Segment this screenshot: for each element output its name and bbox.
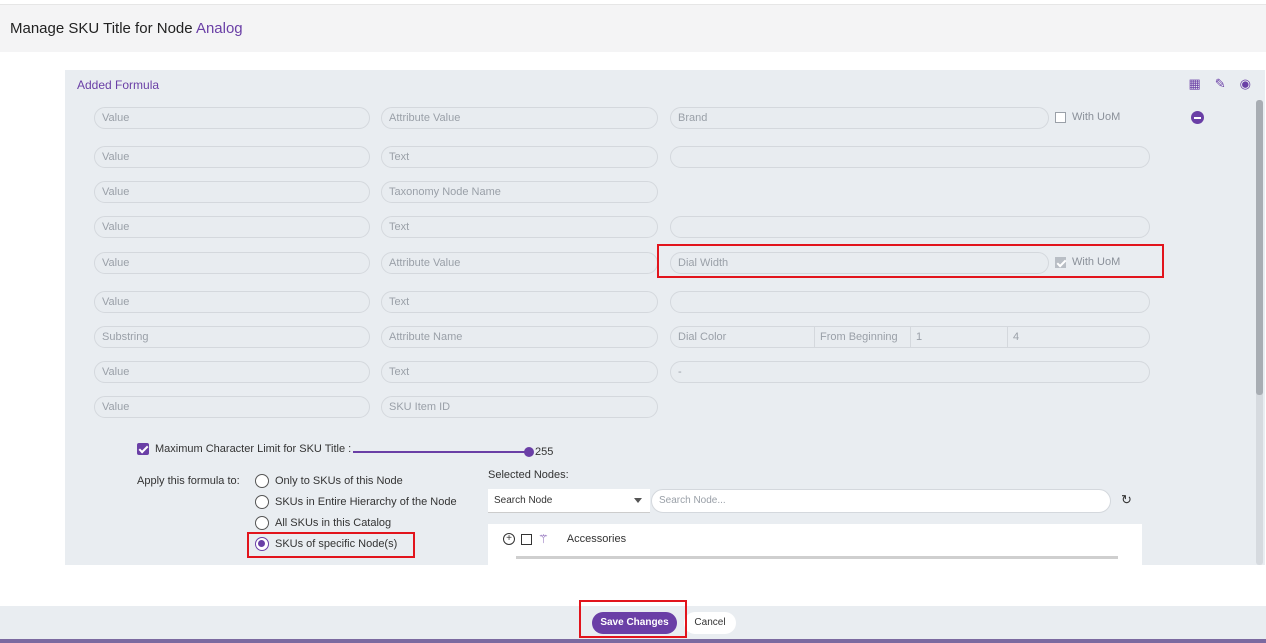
uom-option[interactable]: With UoM (1055, 111, 1120, 123)
value-field[interactable] (670, 216, 1150, 238)
source-field[interactable]: SKU Item ID (381, 396, 658, 418)
apply-option-label: Only to SKUs of this Node (275, 475, 403, 487)
page-title: Manage SKU Title for Node Analog (10, 20, 243, 37)
source-field[interactable]: Attribute Value (381, 107, 658, 129)
panel-toolbar: ▦ ✎ ◉ (1188, 76, 1251, 92)
refresh-icon[interactable]: ↻ (1121, 492, 1132, 508)
max-limit-value: 255 (535, 446, 554, 458)
chevron-down-icon (634, 498, 642, 503)
selected-nodes-label: Selected Nodes: (488, 469, 569, 481)
type-field[interactable]: Substring (94, 326, 370, 348)
type-field[interactable]: Value (94, 107, 370, 129)
value-field[interactable]: Dial Color (678, 331, 726, 343)
start-field[interactable]: 1 (910, 327, 1007, 347)
source-field[interactable]: Text (381, 361, 658, 383)
max-limit-slider[interactable] (353, 447, 534, 457)
type-field[interactable]: Value (94, 291, 370, 313)
highlight-box (247, 532, 415, 558)
search-select-value: Search Node (494, 495, 553, 506)
value-field[interactable] (670, 146, 1150, 168)
source-field[interactable]: Text (381, 291, 658, 313)
apply-option-label: All SKUs in this Catalog (275, 517, 392, 529)
max-limit-row: Maximum Character Limit for SKU Title : (137, 443, 351, 455)
type-field[interactable]: Value (94, 181, 370, 203)
value-field[interactable]: Brand (670, 107, 1049, 129)
remove-row-icon[interactable] (1191, 111, 1204, 124)
slider-thumb[interactable] (524, 447, 534, 457)
node-tree: + ⚚ Accessories (488, 524, 1142, 565)
formula-panel: Added Formula ▦ ✎ ◉ Value Attribute Valu… (65, 70, 1265, 565)
footer-strip (0, 639, 1266, 643)
type-field[interactable]: Value (94, 216, 370, 238)
source-field[interactable]: Attribute Name (381, 326, 658, 348)
substring-group: Dial Color From Beginning 1 4 (670, 326, 1150, 348)
value-field[interactable]: - (670, 361, 1150, 383)
radio-button[interactable] (255, 474, 269, 488)
uom-checkbox[interactable] (1055, 111, 1066, 123)
page-title-prefix: Manage SKU Title for Node (10, 20, 193, 37)
expand-icon[interactable]: + (503, 533, 515, 545)
tree-checkbox[interactable] (521, 533, 532, 545)
apply-option-catalog[interactable]: All SKUs in this Catalog (255, 516, 391, 530)
source-field[interactable]: Attribute Value (381, 252, 658, 274)
cancel-button[interactable]: Cancel (684, 612, 736, 634)
apply-option-node[interactable]: Only to SKUs of this Node (255, 474, 403, 488)
source-field[interactable]: Text (381, 146, 658, 168)
type-field[interactable]: Value (94, 146, 370, 168)
radio-button[interactable] (255, 516, 269, 530)
horizontal-scrollbar[interactable] (516, 556, 1118, 559)
type-field[interactable]: Value (94, 361, 370, 383)
edit-icon[interactable]: ✎ (1215, 76, 1226, 92)
node-name: Analog (195, 20, 243, 37)
max-limit-label: Maximum Character Limit for SKU Title : (155, 443, 352, 455)
apply-formula-label: Apply this formula to: (137, 475, 240, 487)
page-header: Manage SKU Title for Node Analog (0, 4, 1266, 52)
apply-option-label: SKUs in Entire Hierarchy of the Node (275, 496, 457, 508)
tree-item[interactable]: + ⚚ Accessories (503, 532, 626, 546)
scrollbar-thumb[interactable] (1256, 100, 1263, 395)
apply-option-hierarchy[interactable]: SKUs in Entire Hierarchy of the Node (255, 495, 457, 509)
search-node-select[interactable]: Search Node (488, 489, 650, 513)
radio-button[interactable] (255, 495, 269, 509)
eye-icon[interactable]: ◉ (1240, 76, 1251, 92)
type-field[interactable]: Value (94, 252, 370, 274)
source-field[interactable]: Text (381, 216, 658, 238)
hierarchy-icon: ⚚ (538, 532, 549, 546)
search-node-input[interactable]: Search Node... (651, 489, 1111, 513)
delete-list-icon[interactable]: ▦ (1188, 76, 1200, 92)
length-field[interactable]: 4 (1007, 327, 1149, 347)
highlight-box (657, 244, 1164, 278)
tree-item-label: Accessories (566, 533, 627, 545)
highlight-box (579, 600, 687, 638)
type-field[interactable]: Value (94, 396, 370, 418)
vertical-scrollbar[interactable] (1256, 100, 1263, 565)
panel-title: Added Formula (77, 78, 160, 92)
value-field[interactable] (670, 291, 1150, 313)
uom-label: With UoM (1072, 111, 1121, 123)
source-field[interactable]: Taxonomy Node Name (381, 181, 658, 203)
from-field[interactable]: From Beginning (814, 327, 910, 347)
max-limit-checkbox[interactable] (137, 443, 149, 455)
